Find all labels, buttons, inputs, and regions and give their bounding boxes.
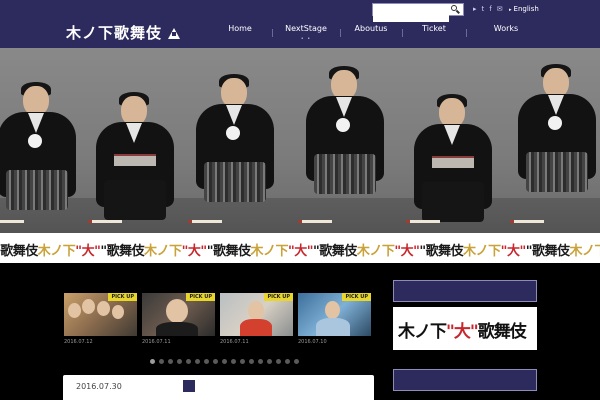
carousel-dot[interactable] [150,359,155,364]
pickup-date: 2016.07.10 [298,339,327,345]
pickup-badge: PICK UP [342,293,371,301]
nav-home[interactable]: Home [208,20,272,42]
carousel-dot[interactable] [294,359,299,364]
pickup-thumbnail: PICK UP [64,293,137,336]
pickup-card[interactable]: PICK UP 2016.07.10 [298,293,371,345]
search-button[interactable] [449,4,461,15]
pickup-card[interactable]: PICK UP 2016.07.12 [64,293,137,345]
pickup-thumbnail: PICK UP [298,293,371,336]
submenu-indicator-icon: • • [300,36,312,42]
strip-segment: "歌舞伎 [206,244,251,259]
language-switch[interactable]: ▸ English [509,5,539,13]
pickup-date: 2016.07.12 [64,339,93,345]
strip-segment: "大" [287,244,314,259]
pickup-card[interactable]: PICK UP 2016.07.11 [220,293,293,345]
strip-segment: 木ノ下 [569,244,600,259]
strip-segment: "大" [181,244,208,259]
performer-figure [0,48,82,228]
strip-segment: "歌舞伎 [0,244,38,259]
pickup-badge: PICK UP [108,293,137,301]
strip-segment: 木ノ下 [144,244,182,259]
banner-segment: "大" [446,322,479,342]
performer-figure [188,48,280,228]
sidebar-logo-banner[interactable]: 木ノ下"大"歌舞伎 [393,307,537,350]
carousel-dot[interactable] [249,359,254,364]
language-label: English [513,5,539,13]
carousel-dot[interactable] [276,359,281,364]
carousel-dot[interactable] [258,359,263,364]
logo-mark-icon [168,28,181,39]
strip-segment: "歌舞伎 [313,244,357,259]
sidebar-widget-header [393,369,537,391]
strip-segment: "大" [500,244,527,259]
carousel-dot[interactable] [285,359,290,364]
main-nav: Home NextStage • • Aboutus Ticket Works [208,20,546,42]
main-content: PICK UP 2016.07.12 PICK UP 2016.07.11 PI… [0,263,600,400]
carousel-dot[interactable] [159,359,164,364]
carousel-dot[interactable] [168,359,173,364]
search-box [372,3,464,22]
pickup-date: 2016.07.11 [220,339,249,345]
post-date: 2016.07.30 [76,382,122,391]
carousel-dot[interactable] [177,359,182,364]
carousel-dot[interactable] [213,359,218,364]
strip-segment: "大" [394,244,420,259]
carousel-dot[interactable] [186,359,191,364]
pickup-badge: PICK UP [264,293,293,301]
strip-segment: 木ノ下 [250,244,288,259]
arrow-icon: ▸ [509,7,512,13]
title-banner-text: "歌舞伎木ノ下"大""歌舞伎木ノ下"大""歌舞伎木ノ下"大""歌舞伎木ノ下"大"… [0,240,600,259]
sidebar-widget-header [393,280,537,302]
strip-segment: "歌舞伎 [525,244,570,259]
site-header: 木ノ下歌舞伎 ▸ t f ✉ ▸ English Home NextStage • … [0,0,600,48]
nav-works[interactable]: Works [466,20,546,42]
pickup-badge: PICK UP [186,293,215,301]
performer-figure [406,48,498,228]
site-logo[interactable]: 木ノ下歌舞伎 [66,22,181,43]
banner-segment: 歌舞伎 [477,322,527,342]
banner-segment: 木ノ下 [398,322,447,342]
strip-segment: "歌舞伎 [100,244,145,259]
carousel-dot[interactable] [231,359,236,364]
strip-segment: "歌舞伎 [419,244,464,259]
facebook-icon[interactable]: f [489,5,491,13]
pickup-thumbnail: PICK UP [220,293,293,336]
nav-ticket[interactable]: Ticket [402,20,466,42]
twitter-icon[interactable]: t [482,5,485,13]
carousel-dot[interactable] [204,359,209,364]
logo-text: 木ノ下歌舞伎 [66,24,163,42]
play-icon[interactable]: ▸ [473,5,477,13]
hero-photo [0,48,600,233]
strip-segment: 木ノ下 [463,244,501,259]
mail-icon[interactable]: ✉ [497,5,503,13]
sidebar-banner-text: 木ノ下"大"歌舞伎 [398,317,527,342]
carousel-dot[interactable] [195,359,200,364]
nav-aboutus[interactable]: Aboutus [340,20,402,42]
pickup-date: 2016.07.11 [142,339,171,345]
carousel-dot[interactable] [267,359,272,364]
carousel-dot[interactable] [240,359,245,364]
strip-segment: 木ノ下 [356,244,395,259]
strip-segment: "大" [75,244,101,259]
performer-figure [298,48,390,228]
performer-figure [88,48,180,228]
strip-segment: 木ノ下 [37,244,76,259]
pickup-card[interactable]: PICK UP 2016.07.11 [142,293,215,345]
carousel-dot[interactable] [222,359,227,364]
performer-figure [510,48,600,228]
post-category-icon [183,380,195,392]
nav-nextstage[interactable]: NextStage • • [272,20,340,42]
title-banner-strip: "歌舞伎木ノ下"大""歌舞伎木ノ下"大""歌舞伎木ノ下"大""歌舞伎木ノ下"大"… [0,233,600,263]
pickup-carousel: PICK UP 2016.07.12 PICK UP 2016.07.11 PI… [64,293,371,345]
pickup-thumbnail: PICK UP [142,293,215,336]
carousel-pagination [150,359,299,364]
social-links: ▸ t f ✉ [473,5,503,13]
news-post-card[interactable]: 2016.07.30 [63,375,374,400]
